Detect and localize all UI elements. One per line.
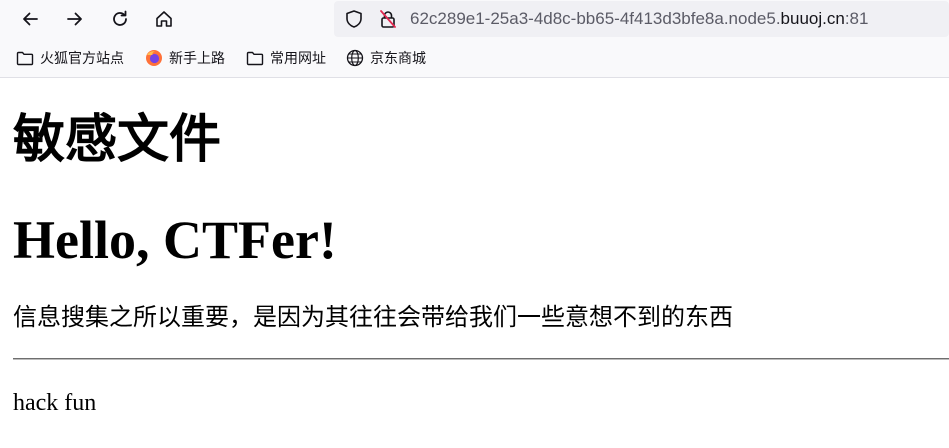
- home-button[interactable]: [149, 4, 179, 34]
- bookmarks-toolbar: 火狐官方站点 新手上路 常用网址 京东商城: [0, 38, 949, 78]
- home-icon: [156, 11, 172, 27]
- url-bar[interactable]: 62c289e1-25a3-4d8c-bb65-4f413d3bfe8a.nod…: [334, 1, 949, 37]
- footer-text: hack fun: [13, 390, 97, 416]
- bookmark-firefox-official[interactable]: 火狐官方站点: [16, 48, 124, 68]
- page-content: 敏感文件 Hello, CTFer! 信息搜集之所以重要，是因为其往往会带给我们…: [0, 78, 949, 448]
- bookmark-label: 火狐官方站点: [40, 51, 124, 67]
- folder-icon: [16, 49, 34, 67]
- reload-icon: [113, 10, 127, 26]
- hello-heading: Hello, CTFer!: [13, 210, 337, 270]
- intro-paragraph: 信息搜集之所以重要，是因为其往往会带给我们一些意想不到的东西: [13, 303, 733, 331]
- forward-arrow-icon: [67, 12, 82, 26]
- horizontal-rule: [13, 358, 949, 360]
- url-prefix: 62c289e1-25a3-4d8c-bb65-4f413d3bfe8a.nod…: [410, 9, 781, 28]
- bookmark-getting-started[interactable]: 新手上路: [145, 48, 225, 68]
- browser-toolbar: 62c289e1-25a3-4d8c-bb65-4f413d3bfe8a.nod…: [0, 0, 949, 38]
- folder-icon: [246, 49, 264, 67]
- bookmark-label: 京东商城: [370, 51, 426, 67]
- bookmark-common-sites[interactable]: 常用网址: [246, 48, 326, 68]
- bookmark-label: 新手上路: [169, 51, 225, 67]
- back-arrow-icon: [23, 12, 38, 26]
- firefox-icon: [145, 49, 163, 67]
- page-title: 敏感文件: [13, 109, 222, 170]
- insecure-connection-lock-icon[interactable]: [378, 9, 398, 29]
- url-port: :81: [844, 9, 869, 28]
- url-domain: buuoj.cn: [780, 9, 845, 28]
- back-button[interactable]: [15, 4, 45, 34]
- url-text[interactable]: 62c289e1-25a3-4d8c-bb65-4f413d3bfe8a.nod…: [410, 9, 868, 29]
- forward-button[interactable]: [60, 4, 90, 34]
- bookmark-jd-mall[interactable]: 京东商城: [346, 48, 426, 68]
- bookmark-label: 常用网址: [270, 51, 326, 67]
- tracking-protection-shield-icon[interactable]: [344, 9, 364, 29]
- reload-button[interactable]: [105, 4, 135, 34]
- globe-icon: [346, 49, 364, 67]
